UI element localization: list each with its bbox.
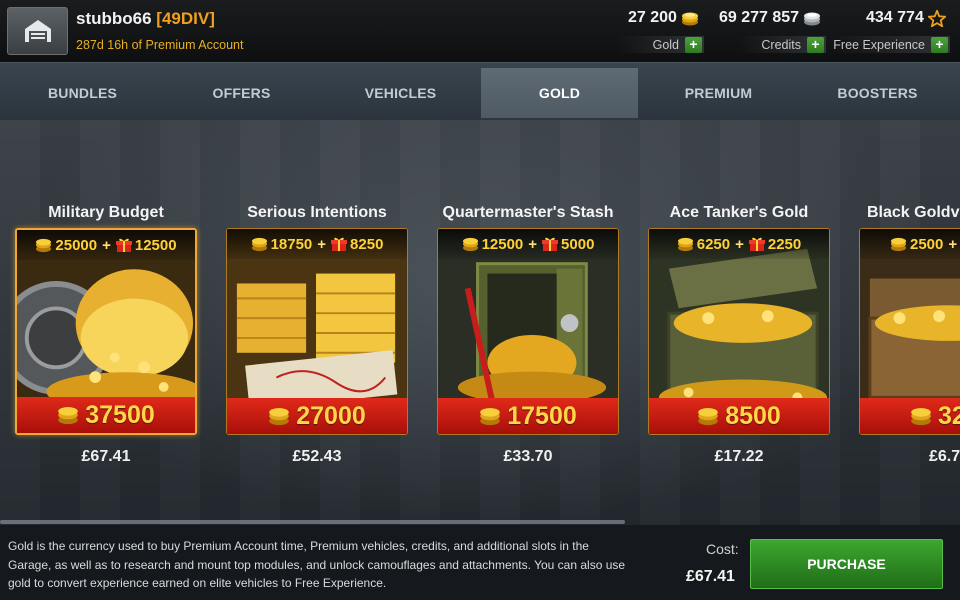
bundle-total-banner: 27000: [227, 398, 407, 434]
bundle-amount-strip: 12500 + 5000: [438, 229, 618, 259]
bundle-ace-tankers-gold[interactable]: Ace Tanker's Gold 6250 + 2250 8500 £17.2…: [648, 204, 830, 465]
bundle-title: Military Budget: [48, 204, 164, 221]
cost-label: Cost:: [706, 541, 739, 557]
gold-description: Gold is the currency used to buy Premium…: [8, 539, 626, 590]
bundle-card[interactable]: 18750 + 8250 27000: [226, 228, 408, 435]
base-gold: 18750: [270, 235, 313, 253]
gold-label-row: Gold +: [618, 36, 704, 53]
bonus-gold: 8250: [350, 235, 384, 253]
gold-coins-icon: [698, 408, 718, 426]
gold-coins-icon: [36, 238, 52, 253]
free-xp-label: Free Experience: [833, 37, 925, 52]
tab-gold[interactable]: GOLD: [481, 68, 638, 118]
tab-premium[interactable]: PREMIUM: [640, 68, 797, 118]
bundle-price: £67.41: [81, 448, 131, 465]
top-header: stubbo66 [49DIV] 287d 16h of Premium Acc…: [0, 0, 960, 62]
carousel-scrollbar[interactable]: [0, 520, 625, 524]
gift-icon: [542, 237, 559, 251]
bundle-amount-strip: 2500 +: [860, 229, 960, 259]
total-gold: 27000: [296, 401, 366, 430]
gold-coins-icon: [911, 408, 931, 426]
gold-coins-icon: [58, 407, 79, 425]
bonus-gold: 12500: [134, 236, 177, 254]
total-gold: 37500: [85, 400, 155, 429]
credits-label: Credits: [761, 37, 801, 52]
garage-button[interactable]: [7, 7, 68, 55]
total-gold: 17500: [507, 401, 577, 430]
clan-tag: [49DIV]: [156, 9, 215, 28]
bundle-title: Quartermaster's Stash: [442, 204, 614, 221]
bundle-serious-intentions[interactable]: Serious Intentions 18750 + 8250 27000 £5…: [226, 204, 408, 465]
total-gold: 32: [938, 401, 960, 430]
bonus-gold: 5000: [561, 235, 595, 253]
bundle-price: £33.70: [503, 448, 553, 465]
tab-vehicles[interactable]: VEHICLES: [322, 68, 479, 118]
bundle-price: £52.43: [292, 448, 342, 465]
credits-balance: 69 277 857: [719, 9, 821, 27]
bundle-military-budget[interactable]: Military Budget 25000 + 12500 37500 £67.…: [15, 204, 197, 465]
gold-balance: 27 200: [628, 9, 699, 27]
tab-boosters[interactable]: BOOSTERS: [799, 68, 956, 118]
bundle-black-goldvil[interactable]: Black Goldvil 2500 + 32 £6.7: [859, 204, 960, 465]
tab-offers[interactable]: OFFERS: [163, 68, 320, 118]
bundle-title: Serious Intentions: [247, 204, 387, 221]
cost-value: £67.41: [686, 568, 735, 585]
free-xp-balance: 434 774: [866, 9, 946, 27]
gold-amount: 27 200: [628, 9, 677, 26]
gold-coins-icon: [480, 408, 501, 426]
bundle-amount-strip: 25000 + 12500: [17, 230, 195, 260]
bonus-gold: 2250: [767, 235, 802, 253]
bundle-price: £17.22: [714, 448, 764, 465]
gold-bundle-carousel[interactable]: Military Budget 25000 + 12500 37500 £67.…: [0, 120, 960, 525]
buy-gold-plus-button[interactable]: +: [685, 36, 702, 53]
buy-credits-plus-button[interactable]: +: [807, 36, 824, 53]
gift-icon: [115, 238, 132, 252]
gold-label: Gold: [652, 37, 679, 52]
tab-bundles[interactable]: BUNDLES: [4, 68, 161, 118]
star-icon: [927, 9, 946, 27]
gold-coins-icon: [462, 237, 478, 252]
shop-tab-bar: BUNDLES OFFERS VEHICLES GOLD PREMIUM BOO…: [0, 62, 960, 120]
garage-icon: [24, 20, 51, 42]
bundle-total-banner: 37500: [17, 397, 195, 433]
base-gold: 12500: [481, 235, 524, 253]
bundle-total-banner: 32: [860, 398, 960, 434]
gold-coins-icon: [681, 12, 698, 26]
gold-coins-icon: [269, 408, 290, 426]
credits-label-row: Credits +: [740, 36, 826, 53]
gift-icon: [748, 237, 765, 251]
bundle-card[interactable]: 6250 + 2250 8500: [648, 228, 830, 435]
purchase-footer: Gold is the currency used to buy Premium…: [0, 525, 960, 600]
bundle-price: £6.7: [929, 448, 960, 465]
gold-coins-icon: [251, 237, 267, 252]
gold-coins-icon: [890, 237, 907, 252]
bundle-title: Ace Tanker's Gold: [669, 204, 809, 221]
gold-coins-icon: [677, 237, 693, 252]
bundle-quartermasters-stash[interactable]: Quartermaster's Stash 12500 + 5000 17500…: [437, 204, 619, 465]
bundle-total-banner: 8500: [649, 398, 829, 434]
bundle-card[interactable]: 25000 + 12500 37500: [15, 228, 197, 435]
purchase-button[interactable]: PURCHASE: [750, 539, 943, 589]
base-gold: 25000: [55, 236, 98, 254]
premium-status: 287d 16h of Premium Account: [76, 38, 244, 52]
total-gold: 8500: [725, 401, 781, 430]
bundle-card[interactable]: 2500 + 32: [859, 228, 960, 435]
base-gold: 6250: [696, 235, 731, 253]
gift-icon: [331, 237, 348, 251]
bundle-title: Black Goldvil: [867, 204, 960, 221]
bundle-amount-strip: 18750 + 8250: [227, 229, 407, 259]
player-name-text: stubbo66: [76, 9, 152, 28]
credits-amount: 69 277 857: [719, 9, 800, 26]
free-xp-label-row: Free Experience +: [830, 36, 950, 53]
bundle-total-banner: 17500: [438, 398, 618, 434]
bundle-card[interactable]: 12500 + 5000 17500: [437, 228, 619, 435]
bundle-amount-strip: 6250 + 2250: [649, 229, 829, 259]
free-xp-amount: 434 774: [866, 9, 924, 26]
silver-credits-icon: [804, 12, 821, 26]
convert-xp-plus-button[interactable]: +: [931, 36, 948, 53]
base-gold: 2500: [910, 235, 944, 253]
player-name: stubbo66 [49DIV]: [76, 9, 215, 29]
